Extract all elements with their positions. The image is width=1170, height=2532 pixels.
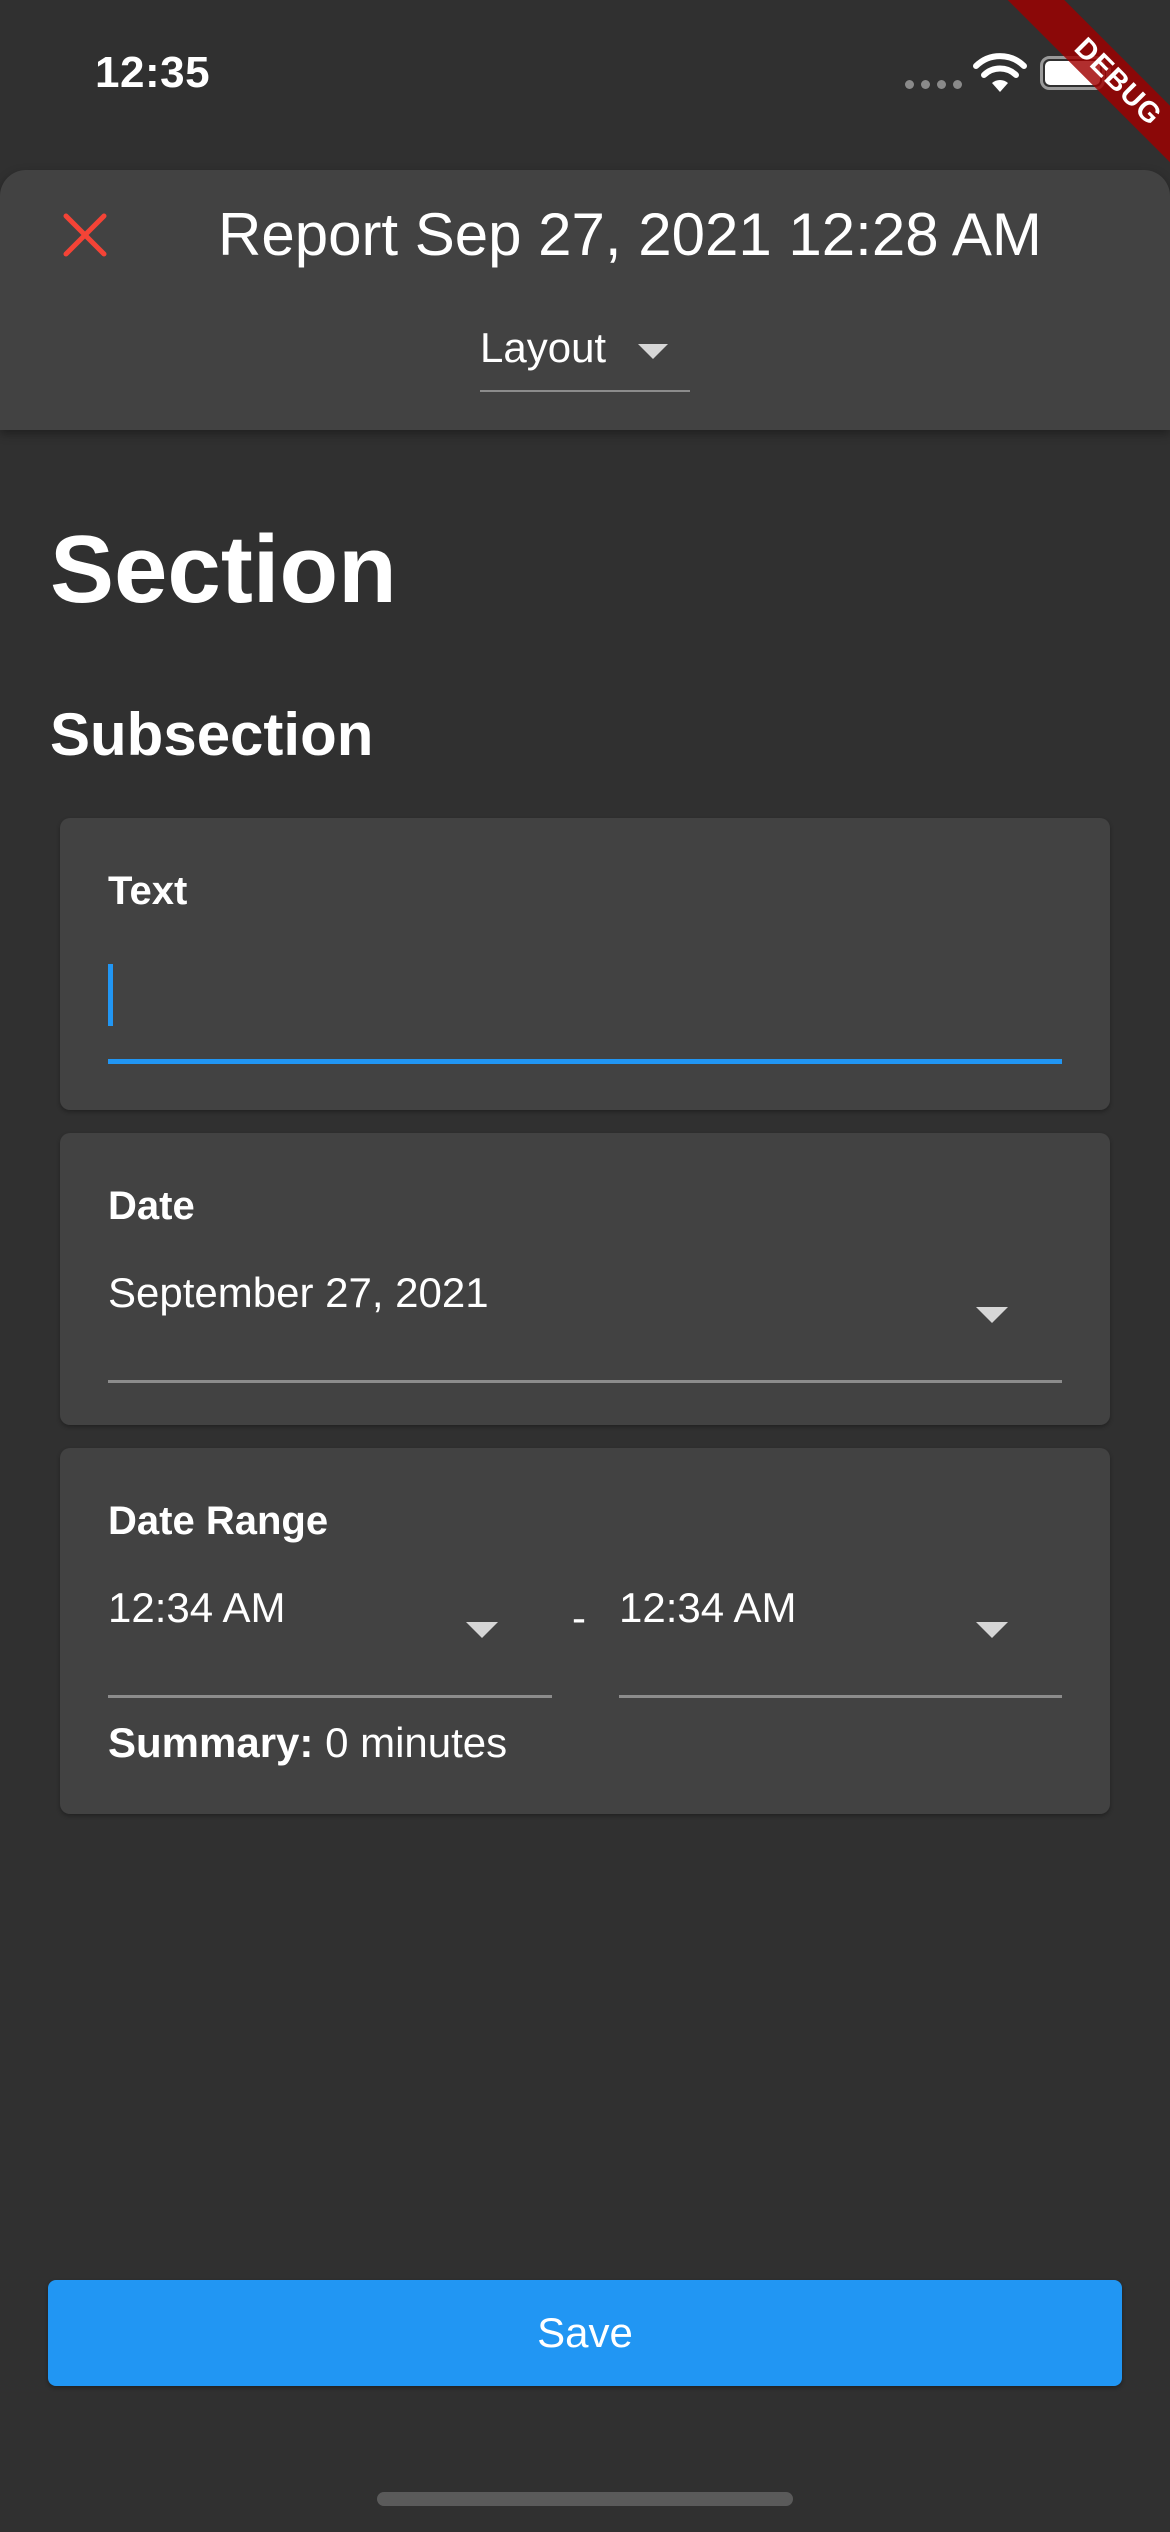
date-value: September 27, 2021 [108, 1269, 489, 1316]
save-button[interactable]: Save [48, 2280, 1122, 2386]
home-indicator [377, 2492, 793, 2506]
subsection-title: Subsection [50, 701, 374, 768]
page-title: Report Sep 27, 2021 12:28 AM [218, 201, 1042, 268]
range-separator: - [572, 1594, 586, 1641]
summary-line: Summary: 0 minutes [108, 1713, 507, 1773]
date-range-label: Date Range [108, 1499, 329, 1543]
range-end-value: 12:34 AM [619, 1584, 797, 1631]
text-field-label: Text [108, 869, 188, 913]
range-start-dropdown[interactable]: 12:34 AM [108, 1578, 552, 1698]
date-picker-dropdown[interactable]: September 27, 2021 [108, 1263, 1062, 1383]
layout-dropdown-value: Layout [480, 324, 607, 371]
app-bar: Report Sep 27, 2021 12:28 AM Layout [0, 170, 1170, 430]
date-field-label: Date [108, 1184, 195, 1228]
summary-label: Summary: [108, 1719, 314, 1766]
text-field-card: Text [60, 818, 1110, 1110]
section-title: Section [50, 516, 397, 623]
date-field-card: Date September 27, 2021 [60, 1133, 1110, 1425]
text-cursor [108, 964, 113, 1026]
caret-down-icon [976, 1622, 1008, 1638]
signal-dots-icon [905, 80, 962, 89]
close-icon [63, 213, 107, 257]
range-start-value: 12:34 AM [108, 1584, 286, 1631]
status-time: 12:35 [95, 48, 211, 97]
summary-value: 0 minutes [325, 1719, 508, 1766]
status-bar: 12:35 DEBUG [0, 0, 1170, 200]
caret-down-icon [638, 344, 668, 359]
text-input[interactable] [108, 948, 1062, 1064]
caret-down-icon [976, 1307, 1008, 1323]
date-range-card: Date Range 12:34 AM - 12:34 AM Summary: … [60, 1448, 1110, 1814]
layout-dropdown[interactable]: Layout [480, 318, 690, 392]
range-end-dropdown[interactable]: 12:34 AM [619, 1578, 1062, 1698]
text-input-underline [108, 1059, 1062, 1064]
caret-down-icon [466, 1622, 498, 1638]
close-button[interactable] [50, 200, 120, 270]
